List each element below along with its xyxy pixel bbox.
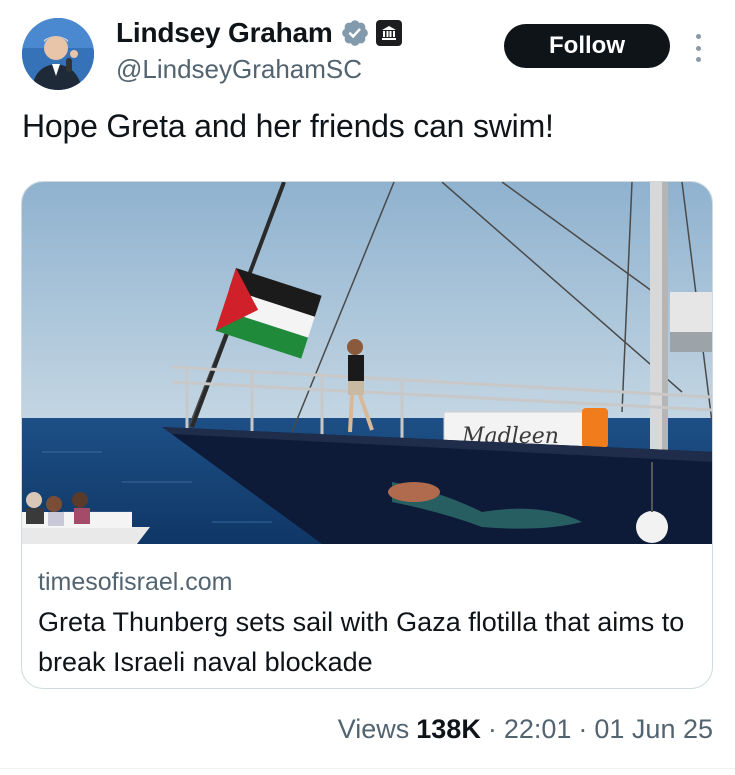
- more-dot: [695, 57, 701, 62]
- avatar[interactable]: [22, 18, 94, 90]
- link-title[interactable]: Greta Thunberg sets sail with Gaza floti…: [38, 602, 698, 682]
- author-handle[interactable]: @LindseyGrahamSC: [116, 54, 362, 85]
- author-name[interactable]: Lindsey Graham: [116, 17, 333, 49]
- more-dot: [695, 45, 701, 51]
- follow-button[interactable]: Follow: [504, 24, 670, 68]
- more-vertical-icon[interactable]: [688, 32, 708, 64]
- avatar-image: [22, 18, 94, 90]
- views-count[interactable]: 138K: [416, 714, 481, 745]
- verified-badge-icon[interactable]: [340, 18, 370, 48]
- link-preview-card[interactable]: Madleen timesofisrael.com Greta Thunberg…: [21, 181, 713, 689]
- divider: [0, 768, 735, 769]
- capitol-icon: [381, 26, 396, 40]
- meta-separator: ·: [487, 714, 497, 744]
- tweet-time[interactable]: 22:01: [504, 714, 572, 745]
- tweet-date[interactable]: 01 Jun 25: [594, 714, 713, 745]
- government-badge-icon[interactable]: [375, 20, 402, 46]
- tweet-meta: Views 138K · 22:01 · 01 Jun 25: [338, 714, 713, 745]
- link-domain: timesofisrael.com: [38, 568, 233, 596]
- author-name-row: Lindsey Graham: [116, 14, 402, 52]
- views-label: Views: [337, 714, 410, 744]
- link-preview-image[interactable]: Madleen: [22, 182, 713, 544]
- meta-separator: ·: [578, 714, 588, 744]
- tweet-text: Hope Greta and her friends can swim!: [22, 108, 554, 144]
- more-dot: [695, 34, 701, 39]
